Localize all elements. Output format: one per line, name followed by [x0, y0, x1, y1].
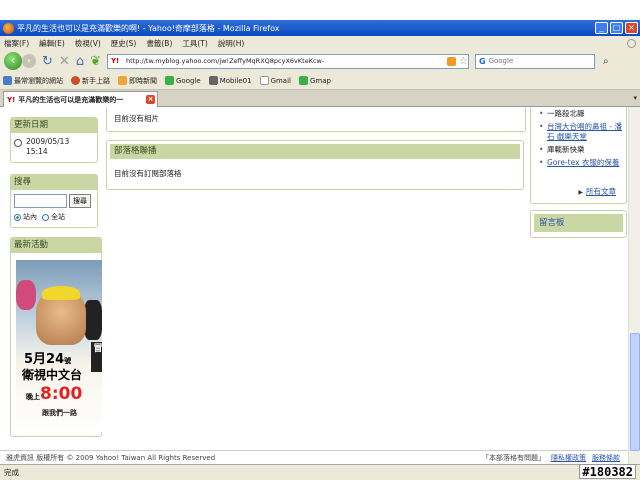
radio-checked-icon: [14, 213, 21, 221]
all-articles-link[interactable]: ▶ 所有文章: [578, 186, 616, 197]
search-icon[interactable]: ⌕: [603, 56, 609, 67]
tab-label: 平凡的生活也可以是充滿歡樂的一: [18, 95, 124, 104]
subscription-title: 部落格聯播: [110, 144, 520, 159]
bookmark-mobile01[interactable]: Mobile01: [208, 76, 252, 85]
navigation-toolbar: ‹ › ↻ ✕ ⌂ ❦ Y! http://tw.myblog.yahoo.co…: [0, 50, 640, 72]
page-icon: [259, 76, 269, 85]
vertical-scrollbar[interactable]: [628, 107, 640, 464]
tab-blog[interactable]: Y! 平凡的生活也可以是充滿歡樂的一 ×: [3, 91, 158, 107]
yahoo-favicon: Y!: [110, 57, 120, 65]
triangle-right-icon: ▶: [578, 189, 583, 196]
update-date-box: 更新日期 2009/05/13 15:14: [10, 117, 98, 163]
menu-file[interactable]: 檔案(F): [4, 38, 29, 49]
rss-icon[interactable]: [447, 56, 457, 66]
blog-search-input[interactable]: [14, 194, 67, 208]
bookmarks-toolbar: 最常瀏覽的網站 新手上路 即時新聞 Google Mobile01 Gmail …: [0, 72, 640, 90]
google-engine-icon[interactable]: G: [479, 57, 486, 66]
tab-list-icon[interactable]: ▾: [633, 94, 637, 102]
menu-view[interactable]: 檢視(V): [75, 38, 101, 49]
stop-icon[interactable]: ✕: [59, 54, 70, 69]
tab-close-icon[interactable]: ×: [146, 95, 155, 104]
address-bar[interactable]: Y! http://tw.myblog.yahoo.com/jw!ZeffyMq…: [106, 53, 469, 69]
banner-hat: [42, 286, 80, 300]
clock-icon: [14, 139, 22, 147]
home-icon[interactable]: ⌂: [76, 54, 84, 69]
banner-channel: 衛視中文台: [22, 368, 83, 382]
firefox-icon: [3, 22, 14, 34]
guestbook-title[interactable]: 留言板: [534, 214, 623, 232]
report-problem-link[interactable]: 「本部落格有問題」: [482, 453, 545, 463]
back-button[interactable]: ‹: [4, 52, 22, 70]
close-button[interactable]: ×: [625, 22, 638, 34]
mobile01-icon: [208, 76, 218, 85]
articles-box: 一路殺北縣 台灣大合唱的鼻祖 - 潘石 戲樂天堂 庫載新快樂 Gore-tex …: [530, 107, 627, 204]
search-bar[interactable]: G: [474, 53, 595, 69]
window-title: 平凡的生活也可以是充滿歡樂的啊! - Yahoo!奇摩部落格 - Mozilla…: [17, 23, 280, 33]
forward-button[interactable]: ›: [22, 54, 36, 68]
terms-link[interactable]: 服務條款: [592, 453, 620, 463]
article-item[interactable]: Gore-tex 衣服的保養: [539, 158, 626, 168]
bookmark-most-visited[interactable]: 最常瀏覽的網站: [3, 76, 63, 86]
radio-unchecked-icon: [42, 213, 49, 221]
menu-bookmarks[interactable]: 書籤(B): [146, 38, 172, 49]
status-bar: 完成: [0, 464, 640, 480]
bookmark-gmail[interactable]: Gmail: [259, 76, 291, 85]
throbber-icon: [627, 38, 636, 48]
page-content: 更新日期 2009/05/13 15:14 搜尋 搜尋 站內 全站 最新活動 冒…: [0, 107, 640, 464]
copyright-text: 雅虎資訊 版權所有 © 2009 Yahoo! Taiwan All Right…: [6, 453, 216, 462]
menu-history[interactable]: 歷史(S): [111, 38, 137, 49]
photos-box: 目前沒有相片: [106, 107, 526, 132]
page-footer: 雅虎資訊 版權所有 © 2009 Yahoo! Taiwan All Right…: [0, 450, 628, 464]
yahoo-favicon: Y!: [7, 95, 16, 104]
update-date: 2009/05/13: [26, 137, 70, 146]
bookmark-news[interactable]: 即時新聞: [118, 76, 157, 86]
radio-all[interactable]: 全站: [42, 212, 65, 222]
banner-follow: 跟我們一路: [42, 409, 77, 417]
maximize-button[interactable]: □: [610, 22, 623, 34]
subscription-empty-text: 目前沒有訂閱部落格: [114, 169, 182, 178]
menu-tools[interactable]: 工具(T): [182, 38, 207, 49]
menu-bar: 檔案(F) 編輯(E) 檢視(V) 歷史(S) 書籤(B) 工具(T) 說明(H…: [0, 36, 640, 50]
blog-search-button[interactable]: 搜尋: [69, 194, 91, 208]
guestbook-box: 留言板: [530, 210, 627, 238]
update-date-title: 更新日期: [11, 118, 97, 133]
scrollbar-thumb[interactable]: [630, 333, 640, 451]
bookmark-gmap[interactable]: Gmap: [299, 76, 331, 85]
leaf-icon[interactable]: ❦: [90, 54, 101, 69]
search-title: 搜尋: [11, 175, 97, 190]
menu-edit[interactable]: 編輯(E): [39, 38, 65, 49]
radio-site[interactable]: 站內: [14, 212, 37, 222]
banner-time: 晚上8:00: [26, 384, 83, 404]
menu-help[interactable]: 說明(H): [218, 38, 245, 49]
google-icon: [165, 76, 174, 85]
article-item[interactable]: 一路殺北縣: [539, 109, 626, 119]
url-text[interactable]: http://tw.myblog.yahoo.com/jw!ZeffyMqRXQ…: [126, 57, 444, 65]
bookmark-star-icon[interactable]: ☆: [459, 56, 468, 67]
rss-icon: [118, 76, 127, 85]
privacy-link[interactable]: 隱私權政策: [551, 453, 586, 463]
banner-crowd: [16, 280, 36, 310]
google-icon: [299, 76, 308, 85]
blog-search-box: 搜尋 搜尋 站內 全站: [10, 174, 98, 228]
window-titlebar: 平凡的生活也可以是充滿歡樂的啊! - Yahoo!奇摩部落格 - Mozilla…: [0, 20, 640, 36]
bookmark-getting-started[interactable]: 新手上路: [71, 76, 110, 86]
web-search-input[interactable]: [488, 57, 569, 65]
firefox-icon: [71, 76, 80, 85]
event-banner[interactable]: 冒 5月24號 衛視中文台 晚上8:00 跟我們一路: [16, 260, 102, 432]
bookmark-google[interactable]: Google: [165, 76, 201, 85]
banner-crowd: [84, 300, 102, 340]
folder-icon: [3, 76, 12, 85]
article-item[interactable]: 台灣大合唱的鼻祖 - 潘石 戲樂天堂: [539, 122, 626, 142]
banner-side-tag: 冒: [91, 342, 102, 372]
reload-icon[interactable]: ↻: [42, 54, 53, 69]
minimize-button[interactable]: _: [595, 22, 608, 34]
tab-bar: Y! 平凡的生活也可以是充滿歡樂的一 × ▾: [0, 90, 640, 107]
update-time: 15:14: [26, 147, 48, 156]
photos-empty-text: 目前沒有相片: [114, 114, 159, 123]
subscription-box: 部落格聯播 目前沒有訂閱部落格: [106, 140, 524, 190]
events-title: 最新活動: [11, 238, 101, 253]
article-item[interactable]: 庫載新快樂: [539, 145, 626, 155]
banner-date: 5月24號: [24, 352, 72, 367]
watermark-text: #180382: [579, 464, 636, 479]
